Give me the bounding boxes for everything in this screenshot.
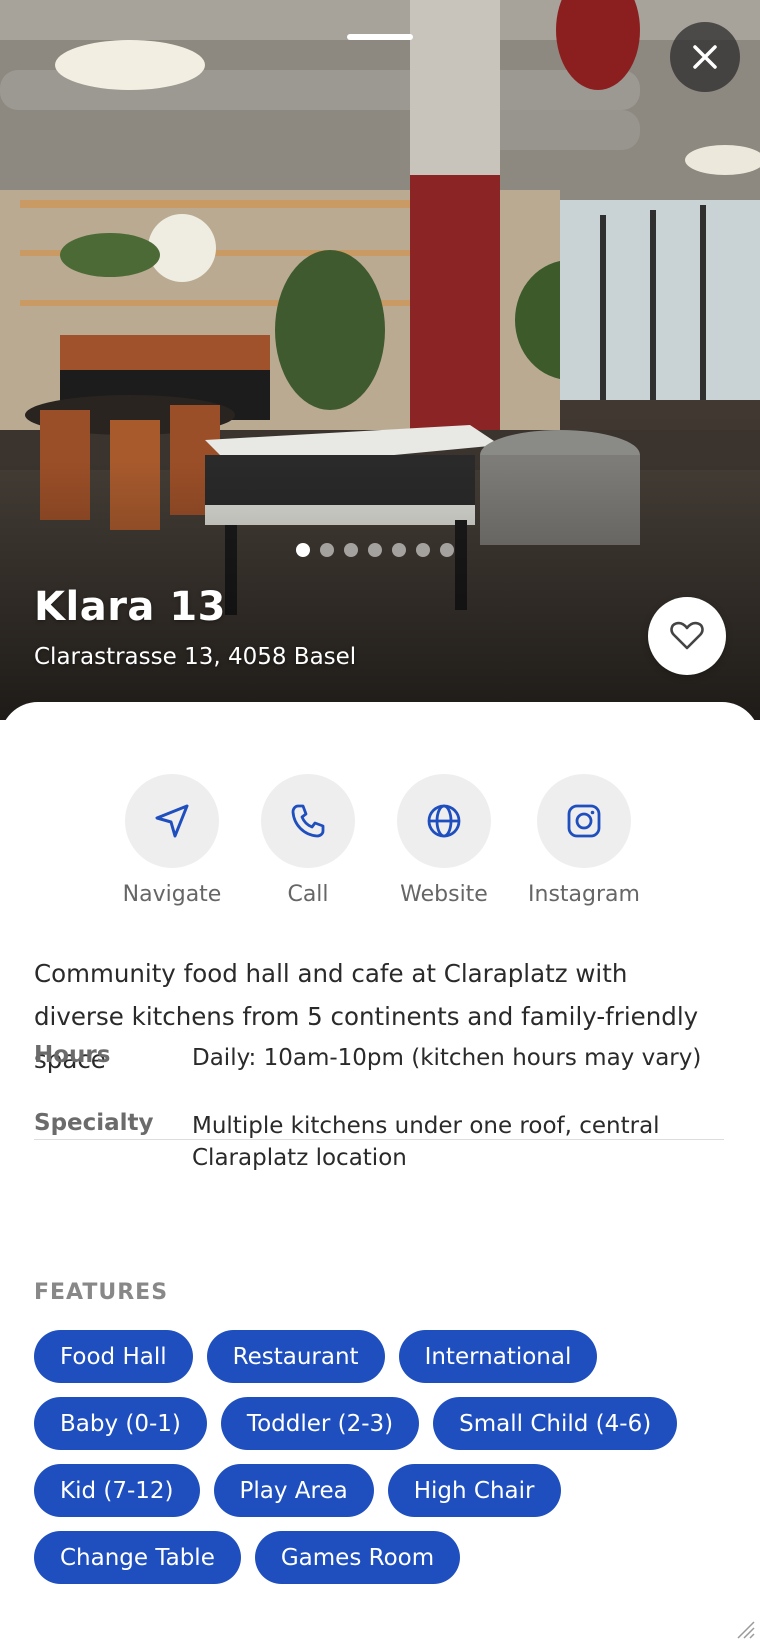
info-value: Daily: 10am-10pm (kitchen hours may vary…	[192, 1045, 702, 1071]
pagination-dot[interactable]	[296, 543, 310, 557]
feature-chip: Kid (7-12)	[34, 1464, 200, 1517]
pagination-dot[interactable]	[344, 543, 358, 557]
heart-icon	[670, 621, 704, 650]
info-key: Hours	[34, 1042, 111, 1068]
instagram-circle	[537, 774, 631, 868]
navigate-label: Navigate	[122, 882, 222, 907]
pagination-dot[interactable]	[392, 543, 406, 557]
venue-address: Clarastrasse 13, 4058 Basel	[34, 644, 357, 670]
feature-chip: High Chair	[387, 1464, 561, 1517]
globe-icon	[427, 804, 461, 838]
chip-row: Kid (7-12) Play Area High Chair	[34, 1464, 734, 1517]
website-button[interactable]: Website	[384, 774, 504, 907]
info-value: Multiple kitchens under one roof, centra…	[192, 1113, 660, 1171]
photo-pagination[interactable]	[296, 543, 454, 557]
details-sheet: Navigate Call Website Instagram Communit…	[0, 702, 760, 1644]
feature-chip: Small Child (4-6)	[433, 1397, 678, 1450]
call-label: Call	[287, 882, 329, 907]
feature-chip: Change Table	[34, 1531, 241, 1584]
pagination-dot[interactable]	[416, 543, 430, 557]
call-button[interactable]: Call	[248, 774, 368, 907]
drag-handle[interactable]	[347, 34, 413, 40]
resize-grip-icon[interactable]	[732, 1616, 756, 1640]
navigate-button[interactable]: Navigate	[112, 774, 232, 907]
phone-icon	[291, 804, 325, 838]
info-key: Specialty	[34, 1110, 154, 1136]
feature-chip: International	[398, 1330, 598, 1383]
favorite-button[interactable]	[648, 597, 726, 675]
feature-chip: Baby (0-1)	[34, 1397, 207, 1450]
feature-chips: Food Hall Restaurant International Baby …	[34, 1330, 734, 1598]
feature-chip: Food Hall	[34, 1330, 193, 1383]
feature-chip: Restaurant	[206, 1330, 385, 1383]
chip-row: Change Table Games Room	[34, 1531, 734, 1584]
close-icon	[693, 45, 717, 69]
chip-row: Baby (0-1) Toddler (2-3) Small Child (4-…	[34, 1397, 734, 1450]
close-button[interactable]	[670, 22, 740, 92]
website-label: Website	[400, 882, 488, 907]
pagination-dot[interactable]	[368, 543, 382, 557]
navigate-circle	[125, 774, 219, 868]
instagram-icon	[567, 804, 601, 838]
navigate-arrow-icon	[155, 804, 189, 838]
feature-chip: Toddler (2-3)	[220, 1397, 420, 1450]
feature-chip: Play Area	[213, 1464, 374, 1517]
call-circle	[261, 774, 355, 868]
instagram-button[interactable]: Instagram	[524, 774, 644, 907]
pagination-dot[interactable]	[320, 543, 334, 557]
instagram-label: Instagram	[528, 882, 640, 907]
venue-name: Klara 13	[34, 584, 227, 630]
feature-chip: Games Room	[254, 1531, 461, 1584]
features-heading: FEATURES	[34, 1280, 169, 1305]
pagination-dot[interactable]	[440, 543, 454, 557]
website-circle	[397, 774, 491, 868]
chip-row: Food Hall Restaurant International	[34, 1330, 734, 1383]
